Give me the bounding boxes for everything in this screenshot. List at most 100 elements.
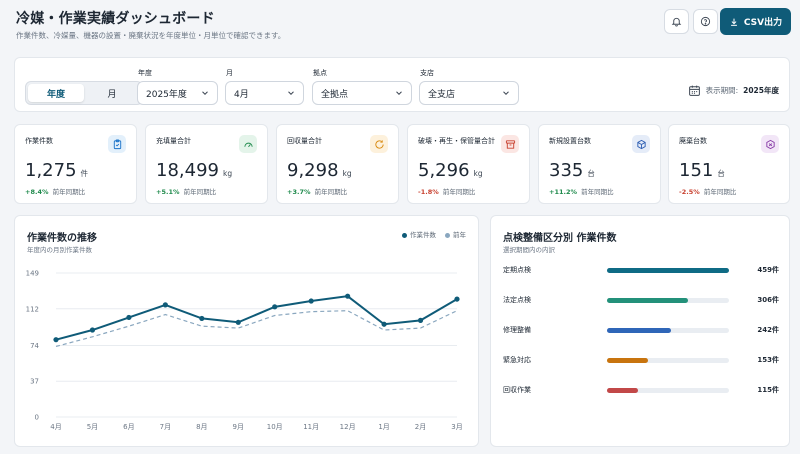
kpi-card-destruction-total: 破壊・再生・保管量合計 5,296 kg -1.8% 前年同期比 xyxy=(407,124,530,204)
data-point xyxy=(345,293,351,299)
kpi-unit: 件 xyxy=(80,169,89,178)
series-line-current xyxy=(55,295,458,341)
chevron-down-icon xyxy=(288,91,294,95)
kpi-icon-box xyxy=(632,135,650,153)
year-filter-label: 年度 xyxy=(138,69,152,77)
kpi-card-charge-total: 充填量合計 18,499 kg +5.1% 前年同期比 xyxy=(145,124,268,204)
category-name: 回収作業 xyxy=(503,386,531,394)
category-name: 定期点検 xyxy=(503,266,531,274)
display-period: 表示期間: 2025年度 xyxy=(688,84,779,97)
kpi-value: 151 xyxy=(679,160,714,181)
x-tick-label: 1月 xyxy=(378,423,389,431)
category-bar-track xyxy=(607,298,729,303)
data-point xyxy=(381,321,387,327)
kpi-value: 1,275 xyxy=(25,160,77,181)
site-select[interactable]: 全拠点 xyxy=(312,81,412,105)
archive-box-icon xyxy=(505,139,515,149)
chevron-down-icon xyxy=(503,91,509,95)
category-bar-track xyxy=(607,268,729,273)
download-icon xyxy=(730,18,737,26)
kpi-change-label: 前年同期比 xyxy=(703,188,737,196)
kpi-icon-box xyxy=(761,135,779,153)
data-point xyxy=(162,302,168,308)
year-select[interactable]: 2025年度 xyxy=(137,81,218,105)
data-point xyxy=(308,298,314,304)
tab-year[interactable]: 年度 xyxy=(28,84,84,102)
y-tick-label: 0 xyxy=(35,414,39,422)
calendar-icon xyxy=(688,85,700,96)
x-tick-label: 2月 xyxy=(415,423,426,431)
data-point xyxy=(53,337,59,343)
kpi-value: 18,499 xyxy=(156,160,219,181)
kpi-change-label: 前年同期比 xyxy=(183,188,217,196)
kpi-change-value: +8.4% xyxy=(25,188,49,196)
csv-export-button[interactable]: CSV出力 xyxy=(720,8,791,35)
data-point xyxy=(417,317,424,323)
category-bar-track xyxy=(607,388,729,393)
kpi-change-value: +5.1% xyxy=(156,188,180,196)
page-subtitle: 作業件数、冷媒量、機器の設置・廃棄状況を年度単位・月単位で確認できます。 xyxy=(16,31,286,40)
kpi-value-row: 5,296 kg xyxy=(418,160,483,181)
kpi-change-value: +11.2% xyxy=(549,188,577,196)
kpi-value: 5,296 xyxy=(418,160,470,181)
legend-previous: 前年 xyxy=(445,229,466,239)
data-point xyxy=(454,296,460,302)
y-tick-label: 37 xyxy=(30,378,39,386)
kpi-unit: kg xyxy=(222,169,233,178)
x-tick-label: 9月 xyxy=(233,423,244,431)
x-tick-label: 6月 xyxy=(123,423,134,431)
category-breakdown-subtitle: 選択期間内の内訳 xyxy=(503,246,555,254)
kpi-change-label: 前年同期比 xyxy=(581,188,614,196)
year-select-value: 2025年度 xyxy=(146,89,187,100)
kpi-card-recovery-total: 回収量合計 9,298 kg +3.7% 前年同期比 xyxy=(276,124,399,204)
x-tick-label: 12月 xyxy=(340,423,356,431)
category-breakdown-title: 点検整備区分別 作業件数 xyxy=(503,233,617,244)
y-tick-label: 149 xyxy=(26,270,39,278)
kpi-value-row: 18,499 kg xyxy=(156,160,232,181)
branch-select[interactable]: 全支店 xyxy=(419,81,519,105)
kpi-label: 廃棄台数 xyxy=(679,137,707,145)
kpi-value-row: 151 台 xyxy=(679,160,725,181)
gauge-icon xyxy=(243,142,253,147)
display-period-value: 2025年度 xyxy=(743,86,779,95)
help-button[interactable] xyxy=(693,9,718,34)
category-bar xyxy=(607,298,689,303)
site-filter-label: 拠点 xyxy=(313,69,327,77)
trend-chart-title: 作業件数の推移 xyxy=(27,233,97,244)
kpi-icon-box xyxy=(370,135,388,153)
help-icon xyxy=(700,16,711,27)
kpi-icon-box xyxy=(108,135,126,153)
data-point xyxy=(199,315,205,322)
filter-bar: 年度 月 年度 2025年度 月 4月 拠点 全拠点 支店 全支店 表示期間: … xyxy=(14,57,790,112)
category-breakdown-card: 点検整備区分別 作業件数 選択期間内の内訳 定期点検 459件 法定点検 306件 修理… xyxy=(490,215,790,447)
series-line-previous xyxy=(55,310,458,348)
month-select[interactable]: 4月 xyxy=(225,81,304,105)
x-tick-label: 5月 xyxy=(87,423,98,431)
category-row: 回収作業 115件 xyxy=(503,385,779,397)
legend-dot xyxy=(402,232,407,238)
kpi-change-label: 前年同期比 xyxy=(442,188,476,196)
kpi-change: +5.1% 前年同期比 xyxy=(156,186,216,196)
trend-chart-subtitle: 年度内の月別作業件数 xyxy=(27,246,92,254)
x-tick-label: 8月 xyxy=(196,423,207,431)
kpi-change: -1.8% 前年同期比 xyxy=(418,186,475,196)
notifications-button[interactable] xyxy=(664,9,689,34)
y-tick-label: 74 xyxy=(30,342,39,350)
chevron-down-icon xyxy=(396,91,402,95)
legend-previous-label: 前年 xyxy=(453,231,466,239)
category-row: 緊急対応 153件 xyxy=(503,355,779,367)
kpi-value-row: 335 台 xyxy=(549,160,595,181)
data-point xyxy=(89,327,96,333)
x-tick-label: 10月 xyxy=(267,423,283,431)
view-toggle: 年度 月 xyxy=(25,81,143,105)
branch-filter-label: 支店 xyxy=(420,69,434,77)
category-value: 306件 xyxy=(757,296,779,304)
legend-current-label: 作業件数 xyxy=(410,231,436,239)
tab-month[interactable]: 月 xyxy=(84,84,140,102)
category-value: 153件 xyxy=(757,356,779,364)
category-bar xyxy=(607,388,638,393)
kpi-unit: 台 xyxy=(587,169,595,178)
kpi-label: 作業件数 xyxy=(25,137,53,145)
x-tick-label: 7月 xyxy=(160,423,171,431)
site-select-value: 全拠点 xyxy=(321,89,349,100)
